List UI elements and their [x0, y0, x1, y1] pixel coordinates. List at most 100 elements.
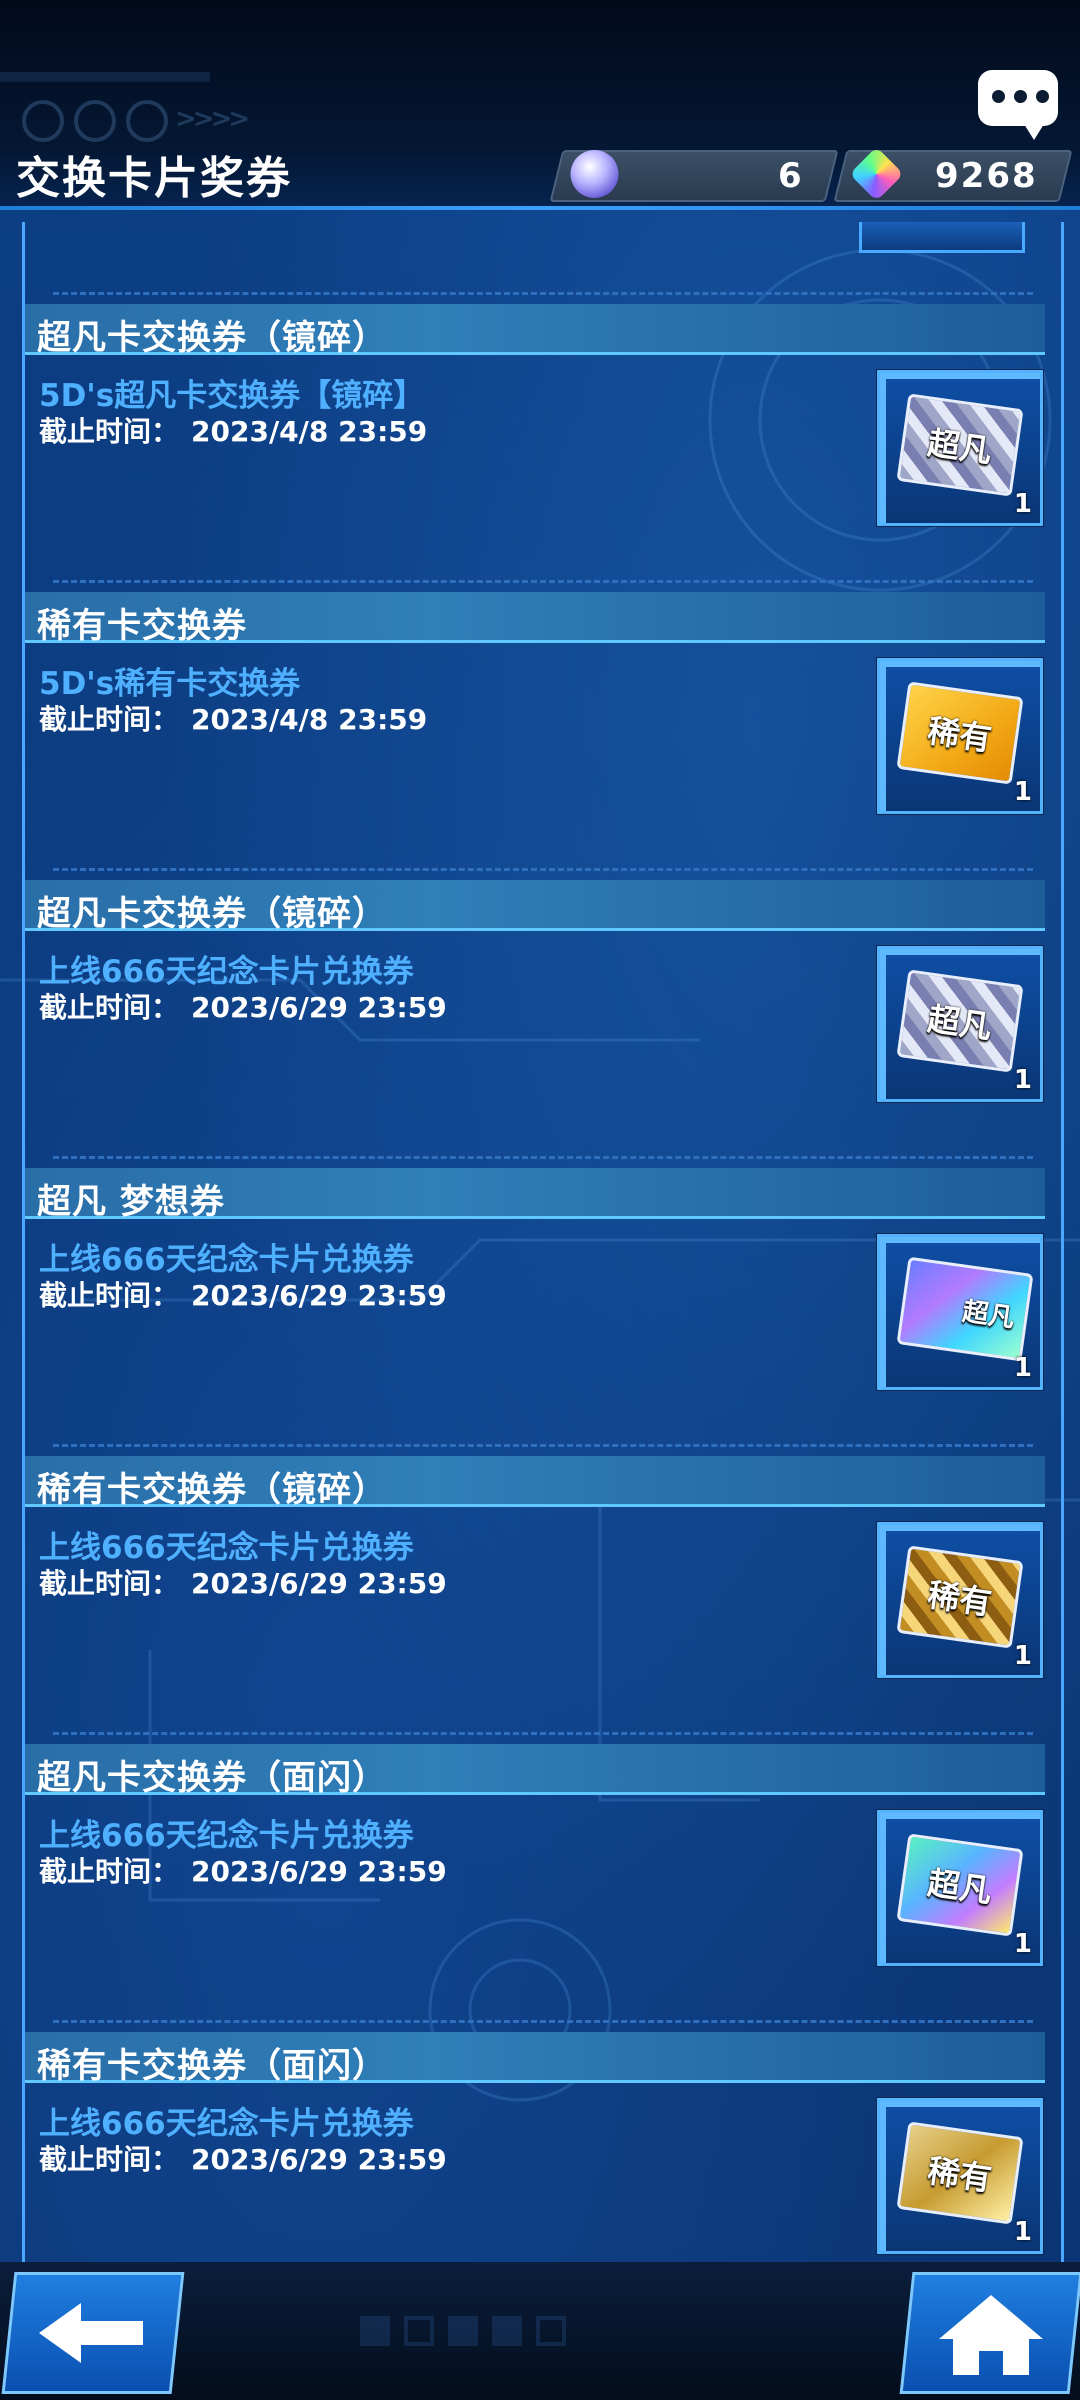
ticket-label: 稀有 — [925, 1575, 995, 1623]
deadline-value: 2023/6/29 23:59 — [191, 2143, 447, 2176]
ticket-list-item[interactable]: 稀有卡交换券（镜碎） 上线666天纪念卡片兑换券 截止时间： 2023/6/29 … — [25, 1444, 1061, 1732]
item-title-bar: 超凡卡交换券（镜碎） — [25, 880, 1045, 934]
ticket-count: 1 — [1013, 777, 1032, 807]
item-deadline: 截止时间： 2023/6/29 23:59 — [39, 1274, 447, 1314]
item-subtitle: 上线666天纪念卡片兑换券 — [39, 1530, 414, 1566]
ticket-icon: 超凡 — [896, 1256, 1034, 1362]
deadline-value: 2023/6/29 23:59 — [191, 1567, 447, 1600]
ticket-icon: 超凡 — [896, 393, 1024, 497]
item-title-bar: 稀有卡交换券 — [25, 592, 1045, 646]
item-deadline: 截止时间： 2023/4/8 23:59 — [39, 698, 427, 738]
ticket-count: 1 — [1013, 1353, 1032, 1383]
ticket-label: 稀有 — [925, 2151, 995, 2199]
deadline-label: 截止时间： — [39, 1567, 180, 1600]
orb-currency-icon — [570, 150, 619, 198]
ticket-list-item[interactable]: 超凡 梦想券 上线666天纪念卡片兑换券 截止时间： 2023/6/29 23:5… — [25, 1156, 1061, 1444]
ticket-icon-box[interactable]: 超凡 1 — [877, 1810, 1043, 1966]
header-decoration-chevrons: >>>> — [175, 104, 250, 134]
item-subtitle: 上线666天纪念卡片兑换券 — [39, 954, 414, 990]
ticket-label: 稀有 — [925, 711, 995, 759]
ticket-count: 1 — [1013, 1929, 1032, 1959]
ticket-count: 1 — [1013, 2217, 1032, 2247]
item-subtitle: 上线666天纪念卡片兑换券 — [39, 1242, 414, 1278]
home-button[interactable] — [899, 2272, 1080, 2394]
item-separator — [53, 1444, 1033, 1447]
ticket-icon-box[interactable]: 超凡 1 — [877, 370, 1043, 526]
page-title: 交换卡片奖券 — [16, 153, 292, 204]
gem-currency-display[interactable]: 9268 — [833, 146, 1073, 202]
ticket-icon-box[interactable]: 超凡 1 — [877, 1234, 1043, 1390]
item-deadline: 截止时间： 2023/4/8 23:59 — [39, 410, 427, 450]
deadline-label: 截止时间： — [39, 991, 180, 1024]
ticket-icon-box[interactable]: 稀有 1 — [877, 1522, 1043, 1678]
item-deadline: 截止时间： 2023/6/29 23:59 — [39, 986, 447, 1026]
header-decoration-circles — [22, 100, 168, 142]
ticket-label: 超凡 — [960, 1296, 1017, 1334]
ticket-list-item[interactable]: 超凡卡交换券（镜碎） 5D's超凡卡交换券【镜碎】 截止时间： 2023/4/8 … — [25, 292, 1061, 580]
item-title: 超凡卡交换券（镜碎） — [37, 894, 387, 934]
header-decoration — [0, 72, 210, 82]
ticket-icon-box[interactable]: 稀有 1 — [877, 658, 1043, 814]
ticket-icon: 稀有 — [896, 2121, 1024, 2225]
item-title-bar: 稀有卡交换券（镜碎） — [25, 1456, 1045, 1510]
home-icon — [939, 2295, 1043, 2375]
item-deadline: 截止时间： 2023/6/29 23:59 — [39, 2138, 447, 2178]
item-title-bar: 超凡卡交换券（镜碎） — [25, 304, 1045, 358]
orb-currency-value: 6 — [778, 156, 804, 196]
item-title-bar: 超凡 梦想券 — [25, 1168, 1045, 1222]
deadline-value: 2023/6/29 23:59 — [191, 1279, 447, 1312]
ticket-list-item[interactable]: 稀有卡交换券（面闪） 上线666天纪念卡片兑换券 截止时间： 2023/6/29 … — [25, 2020, 1061, 2262]
item-separator — [53, 580, 1033, 583]
item-separator — [53, 292, 1033, 295]
ticket-icon: 稀有 — [896, 681, 1024, 785]
item-title: 超凡卡交换券（镜碎） — [37, 318, 387, 358]
orb-currency-display[interactable]: 6 — [549, 150, 839, 202]
top-bar: >>>> 交换卡片奖券 6 9268 — [0, 0, 1080, 210]
ticket-icon: 超凡 — [896, 1833, 1024, 1937]
ticket-label: 超凡 — [925, 1863, 995, 1911]
ticket-label: 超凡 — [925, 423, 995, 471]
ticket-count: 1 — [1013, 1641, 1032, 1671]
item-separator — [53, 868, 1033, 871]
item-title: 超凡 梦想券 — [37, 1182, 225, 1222]
item-title: 稀有卡交换券（镜碎） — [37, 1470, 387, 1510]
ticket-icon: 超凡 — [896, 969, 1024, 1073]
back-button[interactable] — [1, 2272, 185, 2394]
item-subtitle: 上线666天纪念卡片兑换券 — [39, 2106, 414, 2142]
deadline-value: 2023/4/8 23:59 — [191, 703, 428, 736]
item-subtitle: 5D's稀有卡交换券 — [39, 666, 301, 702]
ticket-icon-box[interactable]: 稀有 1 — [877, 2098, 1043, 2254]
deadline-value: 2023/4/8 23:59 — [191, 415, 428, 448]
chat-bubble-icon[interactable] — [978, 70, 1058, 140]
item-separator — [53, 1732, 1033, 1735]
ticket-label: 超凡 — [925, 999, 995, 1047]
back-arrow-icon — [39, 2303, 143, 2363]
deadline-label: 截止时间： — [39, 1279, 180, 1312]
item-subtitle: 5D's超凡卡交换券【镜碎】 — [39, 378, 425, 414]
item-title-bar: 稀有卡交换券（面闪） — [25, 2032, 1045, 2086]
item-title: 超凡卡交换券（面闪） — [37, 1758, 387, 1798]
item-title: 稀有卡交换券 — [37, 606, 247, 646]
ticket-count: 1 — [1013, 1065, 1032, 1095]
item-separator — [53, 2020, 1033, 2023]
item-title-bar: 超凡卡交换券（面闪） — [25, 1744, 1045, 1798]
ticket-list-item[interactable]: 稀有卡交换券 5D's稀有卡交换券 截止时间： 2023/4/8 23:59 稀有… — [25, 580, 1061, 868]
ticket-list[interactable]: 超凡卡交换券（镜碎） 5D's超凡卡交换券【镜碎】 截止时间： 2023/4/8 … — [22, 222, 1064, 2262]
deadline-label: 截止时间： — [39, 1855, 180, 1888]
item-deadline: 截止时间： 2023/6/29 23:59 — [39, 1850, 447, 1890]
ticket-count: 1 — [1013, 489, 1032, 519]
ticket-icon: 稀有 — [896, 1545, 1024, 1649]
deadline-label: 截止时间： — [39, 415, 180, 448]
ticket-list-item[interactable]: 超凡卡交换券（镜碎） 上线666天纪念卡片兑换券 截止时间： 2023/6/29 … — [25, 868, 1061, 1156]
item-title: 稀有卡交换券（面闪） — [37, 2046, 387, 2086]
item-subtitle: 上线666天纪念卡片兑换券 — [39, 1818, 414, 1854]
ticket-icon-box[interactable]: 超凡 1 — [877, 946, 1043, 1102]
deadline-value: 2023/6/29 23:59 — [191, 1855, 447, 1888]
gem-currency-value: 9268 — [935, 156, 1038, 196]
item-deadline: 截止时间： 2023/6/29 23:59 — [39, 1562, 447, 1602]
deadline-value: 2023/6/29 23:59 — [191, 991, 447, 1024]
ticket-list-item[interactable]: 超凡卡交换券（面闪） 上线666天纪念卡片兑换券 截止时间： 2023/6/29 … — [25, 1732, 1061, 2020]
gem-currency-icon — [849, 146, 904, 202]
bottom-bar — [0, 2262, 1080, 2400]
deadline-label: 截止时间： — [39, 703, 180, 736]
